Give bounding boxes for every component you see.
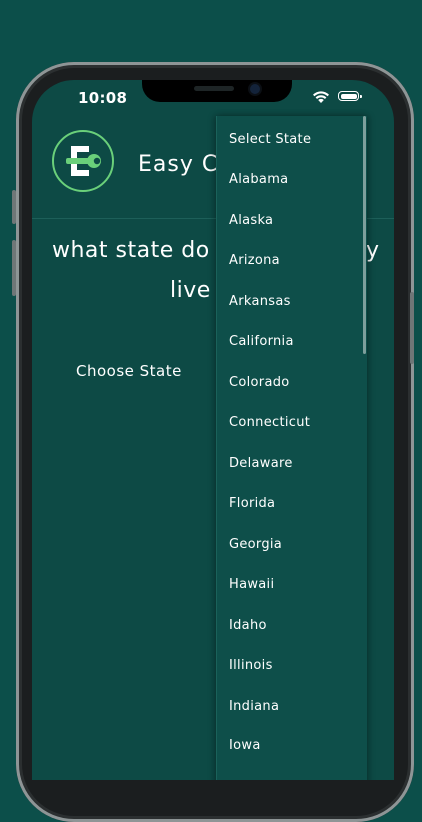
dropdown-scrollbar[interactable] xyxy=(363,116,366,354)
option-alaska[interactable]: Alaska xyxy=(229,213,273,228)
option-connecticut[interactable]: Connecticut xyxy=(229,415,310,430)
state-dropdown-menu[interactable]: Select State Alabama Alaska Arizona Arka… xyxy=(216,116,367,780)
option-illinois[interactable]: Illinois xyxy=(229,658,273,673)
option-hawaii[interactable]: Hawaii xyxy=(229,577,274,592)
app-screen: 10:08 Easy Cr what state do y live Choos… xyxy=(32,80,394,780)
volume-down-button xyxy=(12,240,16,296)
option-california[interactable]: California xyxy=(229,334,294,349)
app-logo xyxy=(52,130,114,192)
option-arizona[interactable]: Arizona xyxy=(229,253,280,268)
option-alabama[interactable]: Alabama xyxy=(229,172,288,187)
status-time: 10:08 xyxy=(78,89,128,107)
battery-icon xyxy=(338,91,362,101)
wifi-icon xyxy=(313,91,329,103)
option-idaho[interactable]: Idaho xyxy=(229,618,267,633)
option-arkansas[interactable]: Arkansas xyxy=(229,294,291,309)
front-camera xyxy=(250,84,260,94)
speaker-grille xyxy=(194,86,234,91)
option-florida[interactable]: Florida xyxy=(229,496,275,511)
volume-up-button xyxy=(12,190,16,224)
option-delaware[interactable]: Delaware xyxy=(229,456,293,471)
option-colorado[interactable]: Colorado xyxy=(229,375,290,390)
side-button xyxy=(410,292,414,364)
option-select-state[interactable]: Select State xyxy=(229,132,311,147)
option-iowa[interactable]: Iowa xyxy=(229,738,261,753)
option-georgia[interactable]: Georgia xyxy=(229,537,282,552)
notch xyxy=(142,80,292,102)
option-indiana[interactable]: Indiana xyxy=(229,699,279,714)
wrench-e-logo-icon xyxy=(66,146,101,176)
question-fragment: y xyxy=(366,238,380,263)
choose-state-label[interactable]: Choose State xyxy=(76,362,182,380)
app-title: Easy Cr xyxy=(138,152,229,177)
